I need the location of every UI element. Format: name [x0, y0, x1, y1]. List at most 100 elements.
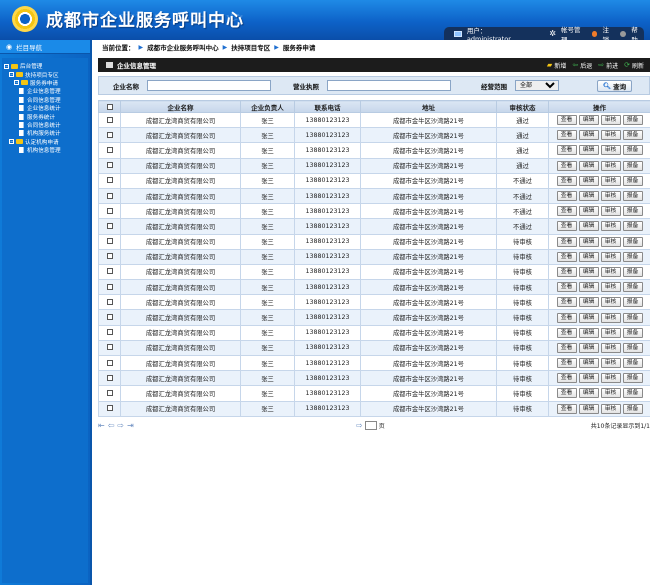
row-checkbox[interactable]	[106, 374, 113, 381]
refresh-button[interactable]: ⟳ 刷新	[624, 61, 644, 70]
last-page-icon[interactable]: ⇥	[127, 421, 134, 430]
view-button[interactable]: 查看	[556, 388, 577, 399]
report-button[interactable]: 报备	[622, 358, 643, 369]
sidebar-item[interactable]: − 服务券申请	[2, 79, 88, 87]
review-button[interactable]: 审核	[600, 327, 621, 338]
edit-button[interactable]: 编辑	[578, 403, 599, 414]
report-button[interactable]: 报备	[622, 175, 643, 186]
company-name-input[interactable]	[147, 80, 271, 91]
review-button[interactable]: 审核	[600, 373, 621, 384]
sidebar-item[interactable]: 合同信息管理	[2, 96, 88, 104]
report-button[interactable]: 报备	[622, 221, 643, 232]
view-button[interactable]: 查看	[556, 327, 577, 338]
edit-button[interactable]: 编辑	[578, 312, 599, 323]
edit-button[interactable]: 编辑	[578, 327, 599, 338]
report-button[interactable]: 报备	[622, 282, 643, 293]
row-checkbox[interactable]	[106, 162, 113, 169]
edit-button[interactable]: 编辑	[578, 206, 599, 217]
sidebar-item[interactable]: − 后台管理	[2, 62, 88, 70]
report-button[interactable]: 报备	[622, 145, 643, 156]
view-button[interactable]: 查看	[556, 403, 577, 414]
review-button[interactable]: 审核	[600, 266, 621, 277]
edit-button[interactable]: 编辑	[578, 388, 599, 399]
row-checkbox[interactable]	[106, 344, 113, 351]
select-all-checkbox[interactable]	[106, 103, 113, 110]
review-button[interactable]: 审核	[600, 221, 621, 232]
row-checkbox[interactable]	[106, 329, 113, 336]
report-button[interactable]: 报备	[622, 130, 643, 141]
report-button[interactable]: 报备	[622, 388, 643, 399]
view-button[interactable]: 查看	[556, 221, 577, 232]
next-page-icon[interactable]: ⇨	[117, 421, 124, 430]
breadcrumb-item[interactable]: 成都市企业服务呼叫中心	[147, 42, 219, 52]
edit-button[interactable]: 编辑	[578, 373, 599, 384]
edit-button[interactable]: 编辑	[578, 160, 599, 171]
review-button[interactable]: 审核	[600, 236, 621, 247]
view-button[interactable]: 查看	[556, 145, 577, 156]
edit-button[interactable]: 编辑	[578, 221, 599, 232]
view-button[interactable]: 查看	[556, 358, 577, 369]
sidebar-item[interactable]: 机构信息管理	[2, 146, 88, 154]
sidebar-item[interactable]: 企业信息统计	[2, 104, 88, 112]
edit-button[interactable]: 编辑	[578, 342, 599, 353]
review-button[interactable]: 审核	[600, 358, 621, 369]
edit-button[interactable]: 编辑	[578, 236, 599, 247]
view-button[interactable]: 查看	[556, 206, 577, 217]
add-button[interactable]: ▰ 新增	[547, 61, 566, 70]
row-checkbox[interactable]	[106, 238, 113, 245]
forward-button[interactable]: ⇨ 前进	[598, 61, 618, 70]
edit-button[interactable]: 编辑	[578, 191, 599, 202]
edit-button[interactable]: 编辑	[578, 251, 599, 262]
view-button[interactable]: 查看	[556, 160, 577, 171]
review-button[interactable]: 审核	[600, 282, 621, 293]
edit-button[interactable]: 编辑	[578, 297, 599, 308]
report-button[interactable]: 报备	[622, 373, 643, 384]
row-checkbox[interactable]	[106, 222, 113, 229]
report-button[interactable]: 报备	[622, 115, 643, 126]
report-button[interactable]: 报备	[622, 312, 643, 323]
row-checkbox[interactable]	[106, 314, 113, 321]
report-button[interactable]: 报备	[622, 297, 643, 308]
view-button[interactable]: 查看	[556, 115, 577, 126]
review-button[interactable]: 审核	[600, 388, 621, 399]
sidebar-item[interactable]: 机构服务统计	[2, 129, 88, 137]
review-button[interactable]: 审核	[600, 160, 621, 171]
row-checkbox[interactable]	[106, 389, 113, 396]
view-button[interactable]: 查看	[556, 312, 577, 323]
collapse-toggle-icon[interactable]: −	[9, 72, 14, 78]
review-button[interactable]: 审核	[600, 175, 621, 186]
collapse-toggle-icon[interactable]: −	[4, 63, 9, 69]
breadcrumb-item[interactable]: 服务券申请	[283, 42, 316, 52]
license-input[interactable]	[327, 80, 451, 91]
review-button[interactable]: 审核	[600, 312, 621, 323]
row-checkbox[interactable]	[106, 405, 113, 412]
row-checkbox[interactable]	[106, 207, 113, 214]
collapse-toggle-icon[interactable]: −	[14, 80, 19, 86]
report-button[interactable]: 报备	[622, 342, 643, 353]
collapse-toggle-icon[interactable]: −	[9, 139, 14, 145]
edit-button[interactable]: 编辑	[578, 358, 599, 369]
row-checkbox[interactable]	[106, 177, 113, 184]
prev-page-icon[interactable]: ⇦	[108, 421, 115, 430]
row-checkbox[interactable]	[106, 283, 113, 290]
row-checkbox[interactable]	[106, 253, 113, 260]
report-button[interactable]: 报备	[622, 266, 643, 277]
report-button[interactable]: 报备	[622, 251, 643, 262]
row-checkbox[interactable]	[106, 268, 113, 275]
back-button[interactable]: ⇦ 后退	[572, 61, 592, 70]
first-page-icon[interactable]: ⇤	[98, 421, 105, 430]
edit-button[interactable]: 编辑	[578, 115, 599, 126]
row-checkbox[interactable]	[106, 359, 113, 366]
view-button[interactable]: 查看	[556, 342, 577, 353]
view-button[interactable]: 查看	[556, 130, 577, 141]
review-button[interactable]: 审核	[600, 191, 621, 202]
edit-button[interactable]: 编辑	[578, 266, 599, 277]
select-all-header[interactable]	[98, 100, 121, 113]
review-button[interactable]: 审核	[600, 130, 621, 141]
view-button[interactable]: 查看	[556, 297, 577, 308]
report-button[interactable]: 报备	[622, 160, 643, 171]
page-input[interactable]	[364, 420, 377, 430]
review-button[interactable]: 审核	[600, 403, 621, 414]
report-button[interactable]: 报备	[622, 191, 643, 202]
report-button[interactable]: 报备	[622, 236, 643, 247]
